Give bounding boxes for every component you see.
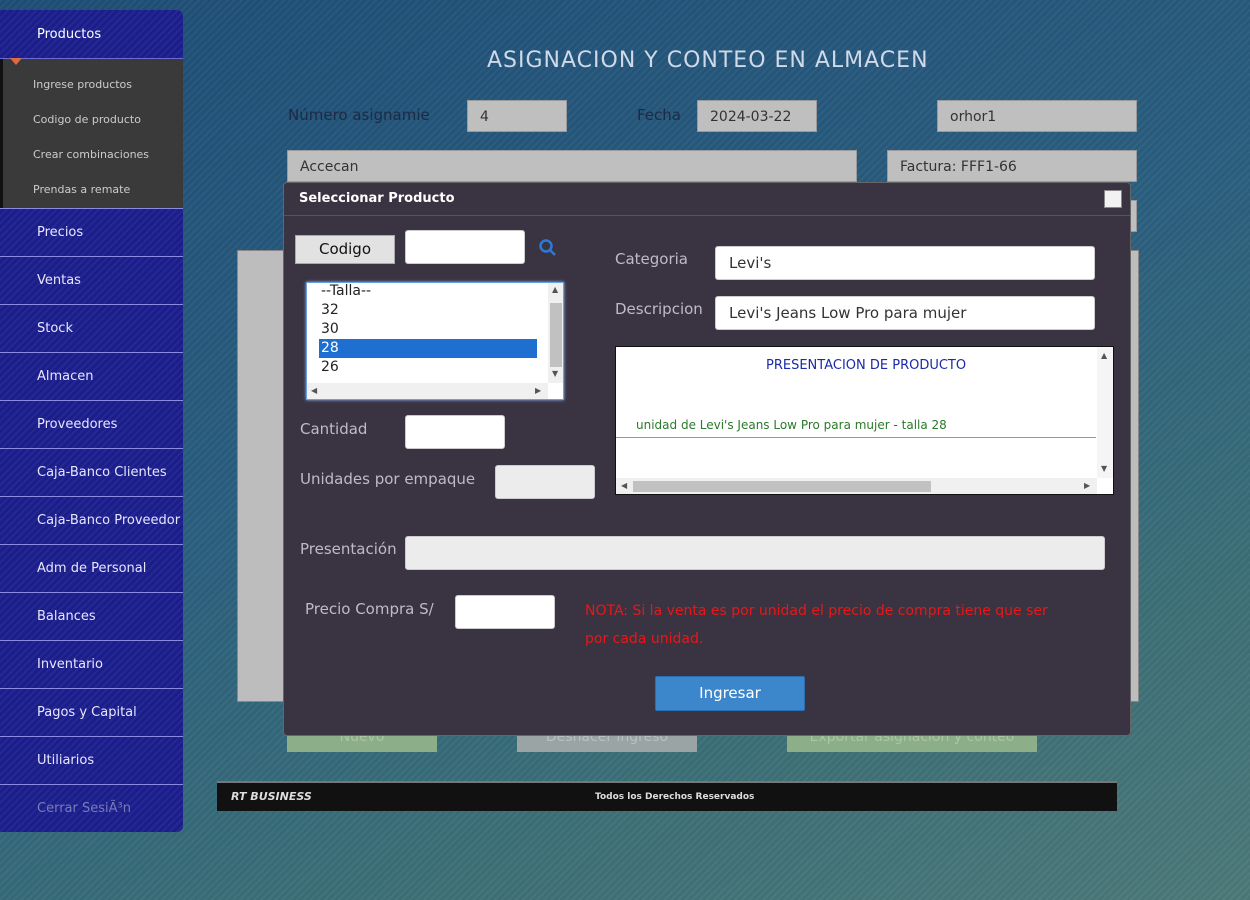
footer-brand: RT BUSINESS	[231, 790, 312, 803]
scroll-up-icon[interactable]: ▲	[552, 285, 558, 294]
sidebar-item-balances[interactable]: Balances	[0, 592, 183, 640]
caret-down-icon	[10, 58, 22, 65]
categoria-label: Categoria	[615, 250, 689, 268]
nota-text: NOTA: Si la venta es por unidad el preci…	[585, 597, 1065, 653]
divider	[616, 437, 1096, 438]
scroll-left-icon[interactable]: ◀	[311, 386, 317, 395]
presentacion-title: PRESENTACION DE PRODUCTO	[766, 358, 967, 373]
footer: RT BUSINESS Todos los Derechos Reservado…	[217, 781, 1117, 811]
unidades-input[interactable]	[495, 465, 595, 499]
sidebar-item-caja-banco-clientes[interactable]: Caja-Banco Clientes	[0, 448, 183, 496]
submenu-productos: Ingrese productos Codigo de producto Cre…	[0, 59, 183, 208]
page-title: ASIGNACION Y CONTEO EN ALMACEN	[487, 48, 929, 73]
search-icon[interactable]	[538, 238, 558, 258]
codigo-button[interactable]: Codigo	[295, 235, 395, 264]
presentacion-label: Presentación	[300, 540, 397, 558]
talla-option-selected[interactable]: 28	[319, 339, 537, 358]
talla-option[interactable]: 32	[319, 301, 537, 320]
proveedor-field[interactable]: Accecan	[287, 150, 857, 182]
scroll-left-icon[interactable]: ◀	[621, 481, 627, 490]
sidebar: Productos Ingrese productos Codigo de pr…	[0, 10, 183, 832]
numero-field[interactable]: 4	[467, 100, 567, 132]
scroll-right-icon[interactable]: ▶	[535, 386, 541, 395]
cantidad-label: Cantidad	[300, 420, 368, 438]
footer-rights: Todos los Derechos Reservados	[595, 792, 755, 802]
factura-field[interactable]: Factura: FFF1-66	[887, 150, 1137, 182]
nota-line-2: por cada unidad.	[585, 631, 704, 647]
scroll-thumb[interactable]	[633, 481, 931, 492]
cantidad-input[interactable]	[405, 415, 505, 449]
ingresar-button[interactable]: Ingresar	[655, 676, 805, 711]
talla-listbox[interactable]: --Talla-- 32 30 28 26 ▲ ▼ ◀ ▶	[306, 282, 564, 400]
sidebar-item-almacen[interactable]: Almacen	[0, 352, 183, 400]
logout-button[interactable]: Cerrar SesiÃ³n	[0, 784, 183, 832]
dialog-header: Seleccionar Producto	[284, 183, 1130, 216]
submenu-item-codigo-producto[interactable]: Codigo de producto	[3, 102, 183, 137]
talla-option[interactable]: 26	[319, 358, 537, 377]
sidebar-item-label: Productos	[37, 26, 102, 42]
user-field[interactable]: orhor1	[937, 100, 1137, 132]
presentacion-input[interactable]	[405, 536, 1105, 570]
scroll-right-icon[interactable]: ▶	[1084, 481, 1090, 490]
precio-label: Precio Compra S/	[305, 600, 434, 618]
sidebar-item-utiliarios[interactable]: Utiliarios	[0, 736, 183, 784]
preview-vertical-scrollbar[interactable]: ▲ ▼	[1097, 347, 1113, 478]
sidebar-item-ventas[interactable]: Ventas	[0, 256, 183, 304]
categoria-input[interactable]: Levi's	[715, 246, 1095, 280]
sidebar-item-caja-banco-proveedor[interactable]: Caja-Banco Proveedor	[0, 496, 183, 544]
scroll-down-icon[interactable]: ▼	[1101, 464, 1107, 473]
sidebar-item-stock[interactable]: Stock	[0, 304, 183, 352]
sidebar-item-inventario[interactable]: Inventario	[0, 640, 183, 688]
sidebar-item-proveedores[interactable]: Proveedores	[0, 400, 183, 448]
close-button[interactable]	[1104, 190, 1122, 208]
descripcion-input[interactable]: Levi's Jeans Low Pro para mujer	[715, 296, 1095, 330]
listbox-vertical-scrollbar[interactable]: ▲ ▼	[548, 283, 563, 383]
listbox-horizontal-scrollbar[interactable]: ◀ ▶	[307, 383, 548, 399]
sidebar-item-precios[interactable]: Precios	[0, 208, 183, 256]
fecha-field[interactable]: 2024-03-22	[697, 100, 817, 132]
talla-option[interactable]: --Talla--	[319, 283, 537, 301]
submenu-item-prendas-remate[interactable]: Prendas a remate	[3, 172, 183, 207]
presentacion-line: unidad de Levi's Jeans Low Pro para muje…	[636, 418, 947, 432]
sidebar-item-adm-personal[interactable]: Adm de Personal	[0, 544, 183, 592]
preview-horizontal-scrollbar[interactable]: ◀ ▶	[616, 478, 1097, 494]
fecha-label: Fecha	[637, 106, 681, 124]
submenu-item-crear-combinaciones[interactable]: Crear combinaciones	[3, 137, 183, 172]
talla-option[interactable]: 30	[319, 320, 537, 339]
precio-input[interactable]	[455, 595, 555, 629]
numero-label: Número asignamie	[288, 106, 430, 124]
submenu-item-ingrese-productos[interactable]: Ingrese productos	[3, 59, 183, 102]
unidades-label: Unidades por empaque	[300, 470, 476, 488]
codigo-input[interactable]	[405, 230, 525, 264]
sidebar-item-productos[interactable]: Productos	[0, 10, 183, 65]
sidebar-item-pagos-capital[interactable]: Pagos y Capital	[0, 688, 183, 736]
descripcion-label: Descripcion	[615, 300, 703, 318]
presentacion-preview: PRESENTACION DE PRODUCTO unidad de Levi'…	[615, 346, 1114, 495]
scroll-thumb[interactable]	[550, 303, 562, 367]
nota-line-1: NOTA: Si la venta es por unidad el preci…	[585, 603, 1048, 619]
scroll-down-icon[interactable]: ▼	[552, 369, 558, 378]
dialog-title: Seleccionar Producto	[299, 191, 455, 206]
select-product-dialog: Seleccionar Producto Codigo --Talla-- 32…	[283, 182, 1131, 736]
scroll-up-icon[interactable]: ▲	[1101, 351, 1107, 360]
